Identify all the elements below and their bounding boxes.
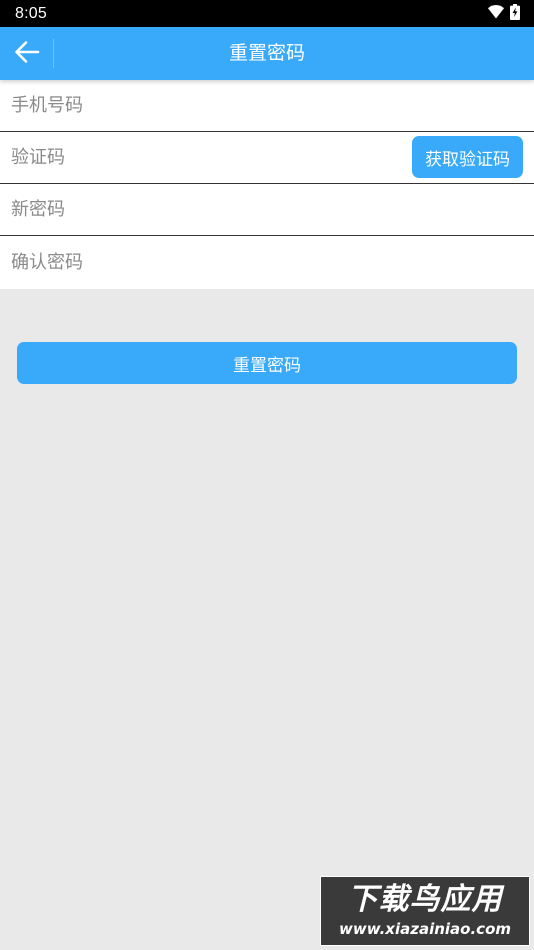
app-bar: 重置密码	[0, 27, 534, 80]
status-bar: 8:05	[0, 0, 534, 27]
verification-code-input[interactable]	[11, 132, 391, 183]
battery-charging-icon	[510, 3, 520, 24]
phone-input[interactable]	[11, 80, 391, 131]
watermark-logo: 下载鸟应用 www.xiazainiao.com	[320, 876, 530, 946]
watermark-url: www.xiazainiao.com	[338, 920, 512, 938]
status-icons	[488, 3, 520, 24]
new-password-input[interactable]	[11, 184, 391, 235]
watermark-title: 下载鸟应用	[347, 882, 503, 917]
code-row: 获取验证码	[0, 132, 534, 184]
confirm-password-input[interactable]	[11, 236, 391, 289]
reset-password-form: 获取验证码	[0, 80, 534, 289]
reset-password-button[interactable]: 重置密码	[17, 342, 517, 384]
wifi-icon	[488, 4, 504, 23]
phone-row	[0, 80, 534, 132]
page-title: 重置密码	[228, 42, 305, 64]
arrow-left-icon	[14, 40, 40, 68]
confirm-password-row	[0, 236, 534, 289]
status-time: 8:05	[15, 4, 47, 22]
get-code-button[interactable]: 获取验证码	[412, 136, 523, 178]
toolbar-divider	[53, 39, 54, 68]
back-button[interactable]	[0, 27, 54, 80]
new-password-row	[0, 184, 534, 236]
